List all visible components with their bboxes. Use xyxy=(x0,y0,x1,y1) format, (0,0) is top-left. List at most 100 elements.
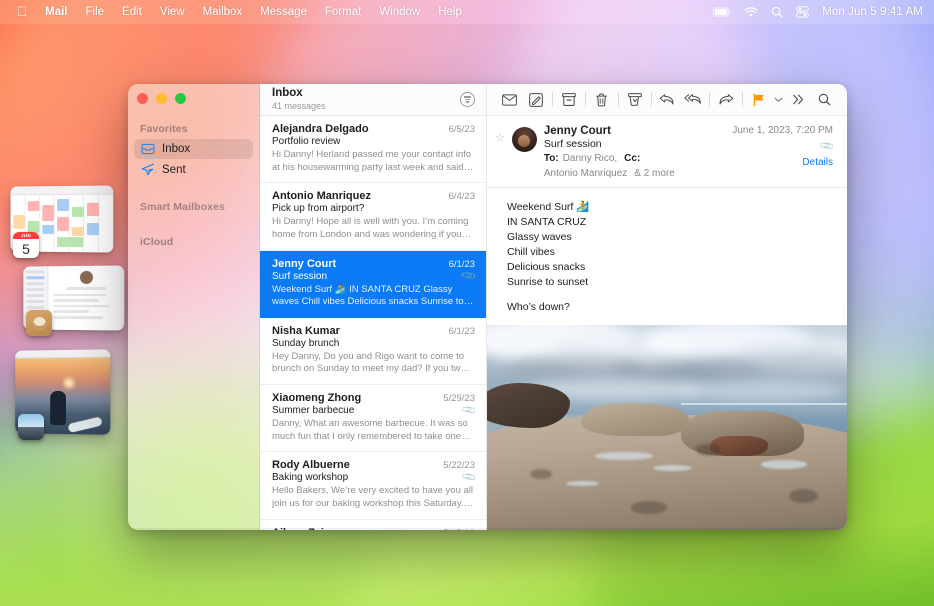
zoom-button[interactable] xyxy=(175,93,186,104)
message-body-line: Chill vibes xyxy=(507,245,555,258)
photo-dark-outcrop xyxy=(487,382,570,428)
search-icon[interactable] xyxy=(771,6,783,18)
message-list-item[interactable]: Jenny Court 6/1/23 Surf session 📎 Weekend Su… xyxy=(260,250,486,318)
photos-app-icon[interactable] xyxy=(18,414,44,440)
avatar xyxy=(511,127,537,152)
to-label: To: xyxy=(543,153,559,164)
menu-bar-clock[interactable]: Mon Jun 5 9:41 AM xyxy=(822,6,923,18)
delete-icon[interactable] xyxy=(589,88,615,112)
sidebar-section-smart-mailboxes: Smart Mailboxes xyxy=(140,201,225,213)
contacts-app-icon[interactable] xyxy=(26,310,52,336)
reply-all-icon[interactable] xyxy=(680,88,706,112)
toolbar-divider xyxy=(617,92,619,107)
compose-icon[interactable] xyxy=(523,88,549,112)
photo-mid-rocks xyxy=(580,403,689,436)
sidebar-item-inbox[interactable]: Inbox xyxy=(134,139,253,159)
menu-item-help[interactable]: Help xyxy=(429,4,471,20)
forward-icon[interactable] xyxy=(713,88,739,112)
message-preview: Hi Danny! Herland passed me your contact… xyxy=(272,149,472,173)
toolbar-divider xyxy=(584,92,586,107)
message-date: 6/5/23 xyxy=(448,124,475,135)
more-icon[interactable] xyxy=(785,88,811,112)
menu-item-window[interactable]: Window xyxy=(370,4,429,20)
message-preview: Weekend Surf 🏄 IN SANTA CRUZ Glassy wave… xyxy=(272,283,464,308)
contacts-window-thumbnail[interactable] xyxy=(22,265,125,336)
message-list-item[interactable]: Nisha Kumar 6/1/23 Sunday brunch Hey Danny,… xyxy=(260,318,486,385)
sender-name: Jenny Court xyxy=(543,125,611,137)
menu-item-message[interactable]: Message xyxy=(251,4,316,20)
paper-plane-icon xyxy=(140,163,155,176)
message-list-item[interactable]: Xiaomeng Zhong 5/29/23 Summer barbecue 📎 Dan… xyxy=(260,385,486,453)
menu-item-mailbox[interactable]: Mailbox xyxy=(194,4,252,20)
message-subject: Portfolio review xyxy=(272,136,341,147)
to-value[interactable]: Danny Rico, xyxy=(563,153,617,164)
calendar-app-icon[interactable]: JUN 5 xyxy=(13,232,39,258)
message-subject: Baking workshop xyxy=(272,472,349,484)
mail-window: Favorites Inbox Sent Smart Mailboxes iCl… xyxy=(128,84,847,530)
calendar-window-thumbnail[interactable]: JUN 5 xyxy=(9,185,114,258)
message-body-line: Glassy waves xyxy=(507,230,572,243)
message-sender: Rody Albuerne xyxy=(272,459,350,472)
message-body-line: Weekend Surf 🏄 xyxy=(507,201,590,213)
battery-icon[interactable] xyxy=(713,7,731,17)
message-list-item[interactable]: Rody Albuerne 5/22/23 Baking workshop 📎 Hell… xyxy=(260,452,486,520)
minimize-button[interactable] xyxy=(156,93,167,104)
paperclip-icon: 📎 xyxy=(460,402,478,419)
message-list-header: Inbox 41 messages xyxy=(260,84,486,116)
calendar-icon-month: JUN xyxy=(13,232,39,239)
get-mail-icon[interactable] xyxy=(497,88,523,112)
window-traffic-lights xyxy=(137,93,186,104)
wifi-icon[interactable] xyxy=(744,6,758,18)
message-date: 6/4/23 xyxy=(448,191,475,203)
mailbox-sidebar: Favorites Inbox Sent Smart Mailboxes iCl… xyxy=(128,84,260,530)
control-center-icon[interactable] xyxy=(796,6,810,18)
menu-bar:  Mail File Edit View Mailbox Message Fo… xyxy=(0,0,934,24)
menu-bar-items:  Mail File Edit View Mailbox Message Fo… xyxy=(0,4,471,20)
more-recipients[interactable]: & 2 more xyxy=(634,168,675,179)
message-preview: Hey Danny, Do you and Rigo want to come … xyxy=(272,350,466,375)
menu-bar-status: Mon Jun 5 9:41 AM xyxy=(713,6,934,18)
message-sender: Alejandra Delgado xyxy=(272,123,369,135)
filter-icon[interactable] xyxy=(460,92,475,107)
photos-window-thumbnail[interactable] xyxy=(14,349,111,440)
archive-icon[interactable] xyxy=(556,88,582,112)
search-icon[interactable] xyxy=(811,88,837,112)
message-list: Inbox 41 messages Alejandra Delgado 6/5/2… xyxy=(260,84,487,530)
menu-item-format[interactable]: Format xyxy=(316,4,370,20)
toolbar-divider xyxy=(650,92,652,107)
close-button[interactable] xyxy=(137,93,148,104)
mail-toolbar xyxy=(487,84,847,116)
details-link[interactable]: Details xyxy=(732,157,833,168)
chevron-down-icon[interactable] xyxy=(772,88,785,112)
apple-icon[interactable]:  xyxy=(8,5,36,19)
menu-item-mail[interactable]: Mail xyxy=(36,4,76,20)
sidebar-item-label: Inbox xyxy=(162,143,191,155)
flag-icon[interactable] xyxy=(746,88,772,112)
cc-value[interactable]: Antonio Manriquez xyxy=(544,168,627,179)
message-subject: Surf session xyxy=(272,270,328,282)
menu-item-edit[interactable]: Edit xyxy=(113,4,151,20)
reading-pane: ☆ Jenny Court Surf session To: Danny Ric… xyxy=(487,84,847,530)
message-subject: Surf session xyxy=(543,138,602,150)
coastal-rocks-photo[interactable] xyxy=(487,325,847,530)
message-body-line: IN SANTA CRUZ xyxy=(507,215,587,228)
calendar-icon-day: 5 xyxy=(22,240,30,257)
junk-icon[interactable] xyxy=(622,88,648,112)
message-list-item[interactable]: Antonio Manriquez 6/4/23 Pick up from airp… xyxy=(260,183,486,251)
menu-item-file[interactable]: File xyxy=(77,4,114,20)
paperclip-icon: 📎 xyxy=(460,267,478,285)
paperclip-icon: 📎 xyxy=(818,138,836,155)
reply-icon[interactable] xyxy=(654,88,680,112)
message-sender: Jenny Court xyxy=(272,257,337,270)
message-subject: Pick up from airport? xyxy=(272,203,365,215)
inbox-tray-icon xyxy=(140,143,155,155)
sidebar-item-sent[interactable]: Sent xyxy=(134,159,253,180)
message-list-item[interactable]: Alejandra Delgado 6/5/23 Portfolio review H… xyxy=(260,116,486,184)
star-icon[interactable]: ☆ xyxy=(495,125,505,179)
message-date: June 1, 2023, 7:20 PM xyxy=(732,125,833,136)
menu-item-view[interactable]: View xyxy=(151,4,194,20)
message-body-line: Sunrise to sunset xyxy=(507,275,589,288)
message-body-line: Delicious snacks xyxy=(507,260,586,273)
message-preview: Hi Danny! Hope all is well with you. I’m… xyxy=(272,216,469,240)
message-sender: Xiaomeng Zhong xyxy=(272,392,362,404)
